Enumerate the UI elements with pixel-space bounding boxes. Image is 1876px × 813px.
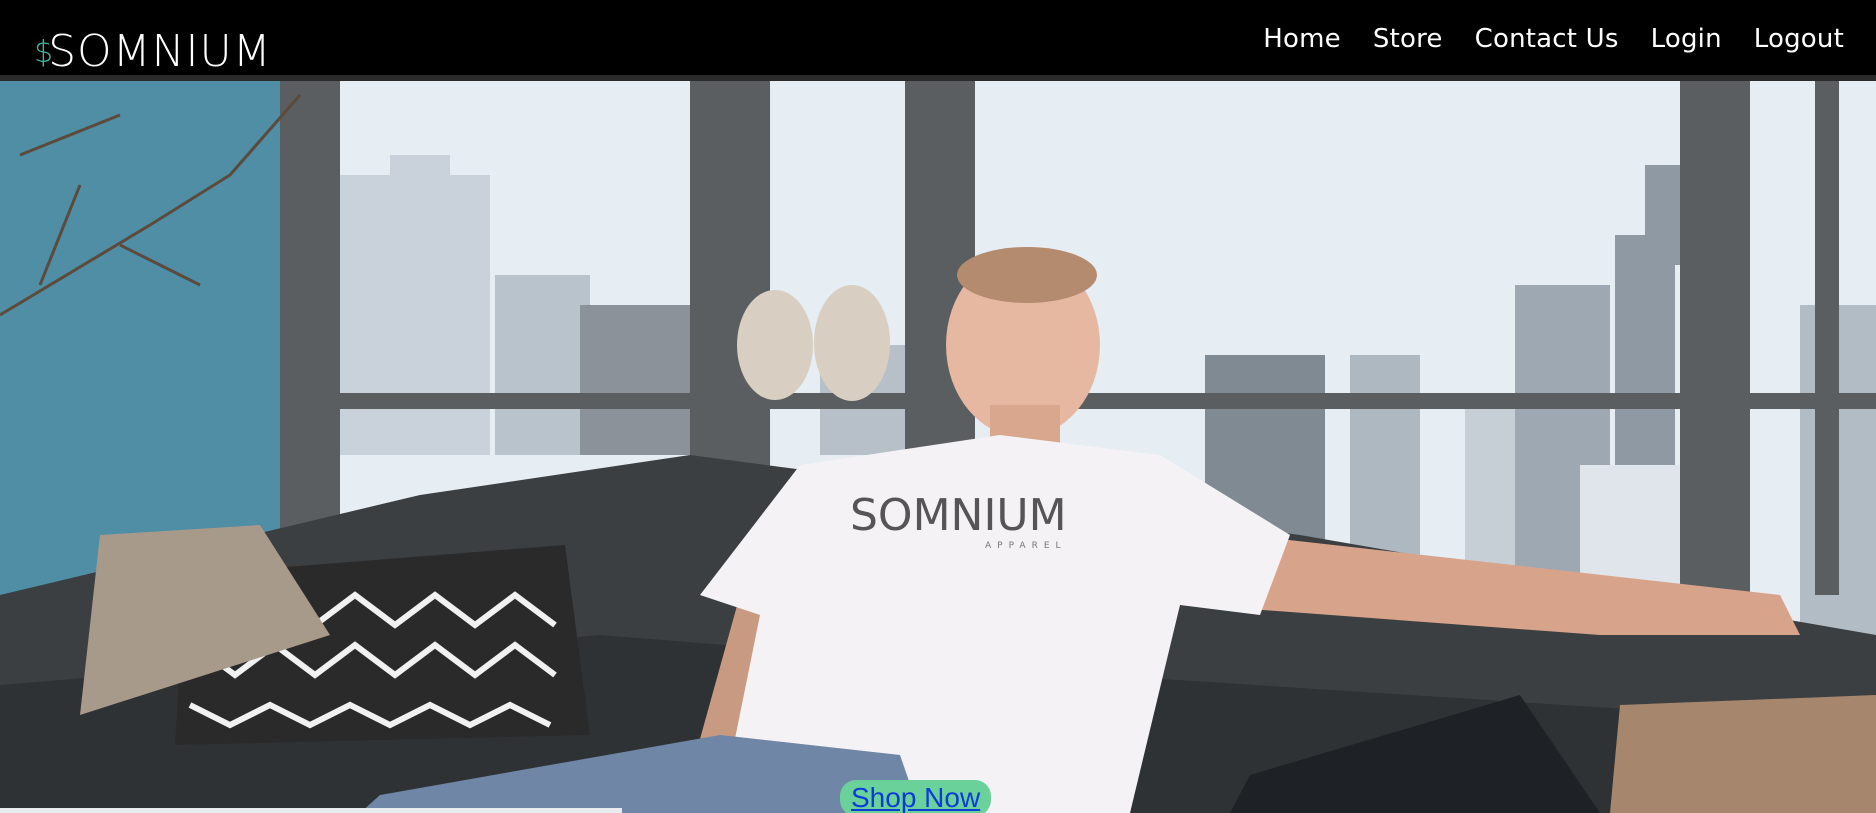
brand-logo[interactable]: $SOMNIUM [34,30,272,74]
nav-logout-link[interactable]: Logout [1754,24,1844,54]
hero-banner: SOMNIUM APPAREL [0,75,1876,813]
page: $SOMNIUM Home Store Contact Us Login Log… [0,0,1876,813]
shirt-subprint: APPAREL [985,541,1067,551]
shop-now-button[interactable]: Shop Now [840,780,992,813]
site-header: $SOMNIUM Home Store Contact Us Login Log… [0,0,1876,75]
logo-symbol: $ [34,35,55,70]
main-nav: Home Store Contact Us Login Logout [1263,24,1844,54]
bottom-strip [0,808,622,813]
shirt-print: SOMNIUM [850,490,1067,541]
nav-contact-link[interactable]: Contact Us [1475,24,1619,54]
logo-text: SOMNIUM [48,26,272,77]
hero-photo: SOMNIUM APPAREL [0,75,1876,813]
nav-store-link[interactable]: Store [1373,24,1443,54]
nav-home-link[interactable]: Home [1263,24,1341,54]
nav-login-link[interactable]: Login [1651,24,1722,54]
